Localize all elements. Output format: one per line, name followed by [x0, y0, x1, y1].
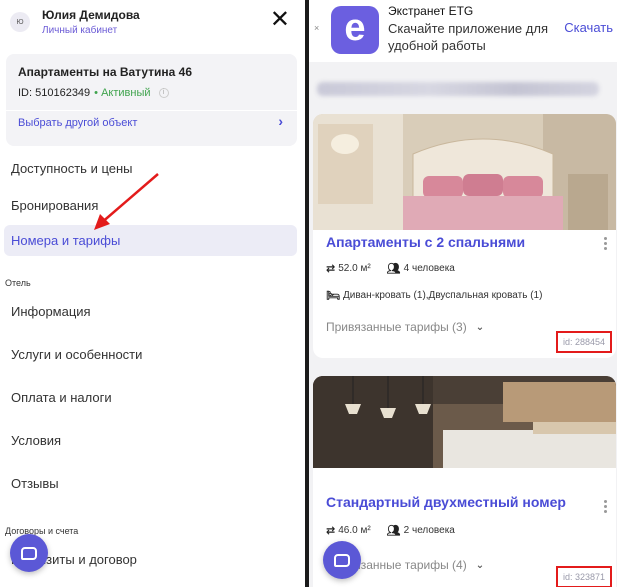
room-guests: 2 человека — [403, 525, 455, 536]
sidebar-menu: Ю Юлия Демидова Личный кабинет ✕ Апартам… — [0, 0, 305, 587]
chevron-down-icon: ⌄ — [475, 321, 485, 333]
area-icon: ⇄ — [326, 525, 336, 537]
switch-object-link[interactable]: Выбрать другой объект — [18, 117, 137, 129]
annotation-arrow-icon — [94, 173, 159, 230]
bed-icon: 🛏︎ — [326, 290, 340, 302]
chevron-down-icon: ⌄ — [475, 559, 485, 571]
object-card: Апартаменты на Ватутина 46 ID: 510162349… — [6, 54, 297, 146]
blurred-heading — [317, 82, 599, 96]
room-photo — [313, 376, 616, 468]
chat-icon[interactable] — [10, 534, 48, 572]
menu-item-info[interactable]: Информация — [11, 304, 91, 319]
object-title: Апартаменты на Ватутина 46 — [18, 65, 193, 79]
menu-item-reviews[interactable]: Отзывы — [11, 476, 59, 491]
room-specs: ⇄ 52.0 м² 👥︎ 4 человека — [326, 262, 455, 275]
download-button[interactable]: Скачать — [564, 20, 613, 35]
chat-icon[interactable] — [323, 541, 361, 579]
app-logo-letter: e — [344, 7, 366, 49]
user-name: Юлия Демидова — [42, 8, 140, 22]
room-id: id: 288454 — [555, 331, 612, 353]
divider — [6, 110, 297, 111]
room-area: 46.0 м² — [338, 525, 371, 536]
room-beds-row: 🛏︎ Диван-кровать (1),Двуспальная кровать… — [326, 289, 542, 302]
area-icon: ⇄ — [326, 263, 336, 275]
more-icon[interactable] — [604, 237, 608, 250]
chevron-right-icon[interactable]: › — [278, 113, 283, 129]
room-photo — [313, 114, 616, 230]
object-id-row: ID: 510162349 • Активный i — [18, 87, 169, 99]
room-area: 52.0 м² — [338, 263, 371, 274]
room-guests: 4 человека — [403, 263, 455, 274]
room-title[interactable]: Апартаменты с 2 спальнями — [326, 234, 525, 250]
close-icon[interactable]: ✕ — [270, 8, 290, 32]
linked-tariffs-label: Привязанные тарифы (3) — [326, 320, 467, 334]
object-id: ID: 510162349 — [18, 87, 91, 99]
room-id: id: 323871 — [555, 566, 612, 587]
linked-tariffs-toggle[interactable]: Привязанные тарифы (3) ⌄ — [326, 320, 484, 334]
status-badge: • Активный — [94, 87, 151, 99]
guests-icon: 👥︎ — [386, 263, 401, 275]
menu-item-conditions[interactable]: Условия — [11, 433, 61, 448]
section-label-hotel: Отель — [5, 278, 31, 288]
guests-icon: 👥︎ — [386, 525, 401, 537]
room-specs: ⇄ 46.0 м² 👥︎ 2 человека — [326, 524, 455, 537]
app-logo-icon: e — [331, 6, 379, 54]
section-label-contracts: Договоры и счета — [5, 526, 79, 536]
room-beds: Диван-кровать (1),Двуспальная кровать (1… — [342, 290, 543, 301]
avatar: Ю — [10, 12, 30, 32]
room-title[interactable]: Стандартный двухместный номер — [326, 494, 566, 510]
user-profile[interactable]: Ю Юлия Демидова Личный кабинет ✕ — [10, 6, 300, 40]
menu-item-bookings[interactable]: Бронирования — [11, 198, 98, 213]
menu-item-payment[interactable]: Оплата и налоги — [11, 390, 112, 405]
banner-close-icon[interactable]: × — [314, 23, 319, 33]
room-card[interactable]: Апартаменты с 2 спальнями ⇄ 52.0 м² 👥︎ 4… — [313, 114, 616, 358]
banner-title: Экстранет ETG — [388, 4, 474, 18]
menu-item-services[interactable]: Услуги и особенности — [11, 347, 142, 362]
app-banner: × e Экстранет ETG Скачайте приложение дл… — [309, 0, 617, 62]
personal-account-link[interactable]: Личный кабинет — [42, 25, 117, 36]
rooms-panel: × e Экстранет ETG Скачайте приложение дл… — [309, 0, 617, 587]
menu-item-rooms-label: Номера и тарифы — [11, 233, 121, 248]
info-icon[interactable]: i — [158, 88, 169, 98]
banner-text: Скачайте приложение для удобной работы — [388, 21, 548, 53]
more-icon[interactable] — [604, 500, 608, 513]
